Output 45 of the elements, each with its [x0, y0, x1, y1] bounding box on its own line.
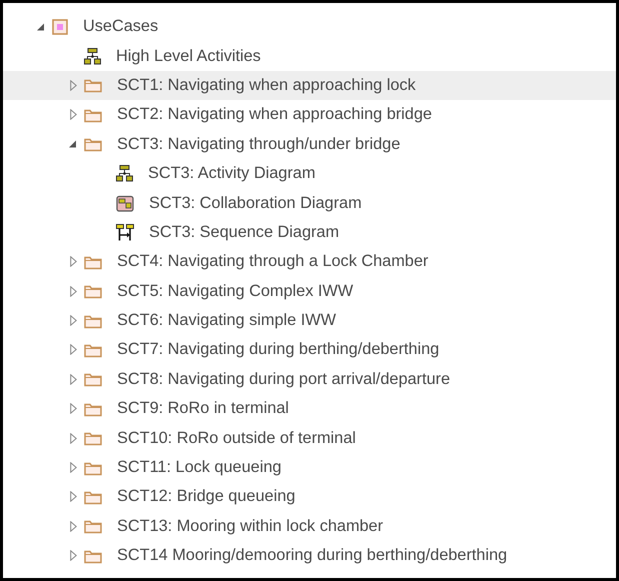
- expand-arrow-icon[interactable]: [70, 315, 76, 326]
- collapse-arrow-icon[interactable]: [69, 140, 77, 148]
- expand-arrow-icon[interactable]: [70, 403, 76, 414]
- tree-item[interactable]: SCT2: Navigating when approaching bridge: [3, 100, 616, 130]
- collaboration-diagram-icon: [116, 194, 134, 212]
- sequence-diagram-icon: [116, 224, 134, 241]
- folder-icon: [84, 430, 102, 446]
- tree-item[interactable]: SCT12: Bridge queueing: [3, 482, 616, 512]
- folder-icon: [84, 371, 102, 388]
- expand-arrow-icon[interactable]: [70, 80, 76, 91]
- folder-icon: [84, 283, 102, 300]
- tree-item[interactable]: SCT3: Activity Diagram: [3, 158, 616, 188]
- tree-item[interactable]: SCT1: Navigating when approaching lock: [3, 70, 616, 100]
- folder-icon: [84, 77, 102, 94]
- tree-item[interactable]: SCT8: Navigating during port arrival/departure: [3, 364, 616, 394]
- package-icon: [52, 18, 68, 35]
- folder-icon: [84, 518, 102, 534]
- expand-arrow-icon[interactable]: [70, 550, 76, 562]
- tree-item[interactable]: SCT4: Navigating through a Lock Chamber: [3, 247, 616, 277]
- tree-item[interactable]: SCT10: RoRo outside of terminal: [3, 423, 616, 453]
- tree-item[interactable]: UseCases: [3, 12, 616, 42]
- expand-arrow-icon[interactable]: [70, 462, 76, 474]
- activity-diagram-icon: [84, 48, 101, 65]
- tree-item[interactable]: SCT5: Navigating Complex IWW: [3, 276, 616, 306]
- tree-item[interactable]: SCT3: Collaboration Diagram: [3, 188, 616, 218]
- collapse-arrow-icon[interactable]: [37, 22, 45, 31]
- tree-item[interactable]: SCT3: Sequence Diagram: [3, 218, 616, 248]
- expand-arrow-icon[interactable]: [70, 374, 76, 385]
- expand-arrow-icon[interactable]: [70, 286, 76, 297]
- expand-arrow-icon[interactable]: [70, 491, 76, 502]
- expand-arrow-icon[interactable]: [70, 520, 76, 532]
- expand-arrow-icon[interactable]: [70, 109, 76, 120]
- activity-diagram-icon: [116, 165, 133, 182]
- tree-item[interactable]: SCT3: Navigating through/under bridge: [3, 130, 616, 159]
- expand-arrow-icon[interactable]: [70, 432, 76, 444]
- tree-item[interactable]: High Level Activities: [3, 41, 616, 71]
- folder-icon: [84, 136, 102, 152]
- tree-item[interactable]: SCT14 Mooring/demooring during berthing/deberthing: [3, 541, 616, 570]
- tree-item[interactable]: SCT9: RoRo in terminal: [3, 394, 616, 424]
- expand-arrow-icon[interactable]: [70, 256, 76, 268]
- tree-item[interactable]: SCT13: Mooring within lock chamber: [3, 512, 616, 542]
- tree-item[interactable]: SCT11: Lock queueing: [3, 452, 616, 482]
- expand-arrow-icon[interactable]: [70, 344, 76, 356]
- tree-item[interactable]: SCT7: Navigating during berthing/deberthing: [3, 335, 616, 365]
- tree-item[interactable]: SCT6: Navigating simple IWW: [3, 306, 616, 336]
